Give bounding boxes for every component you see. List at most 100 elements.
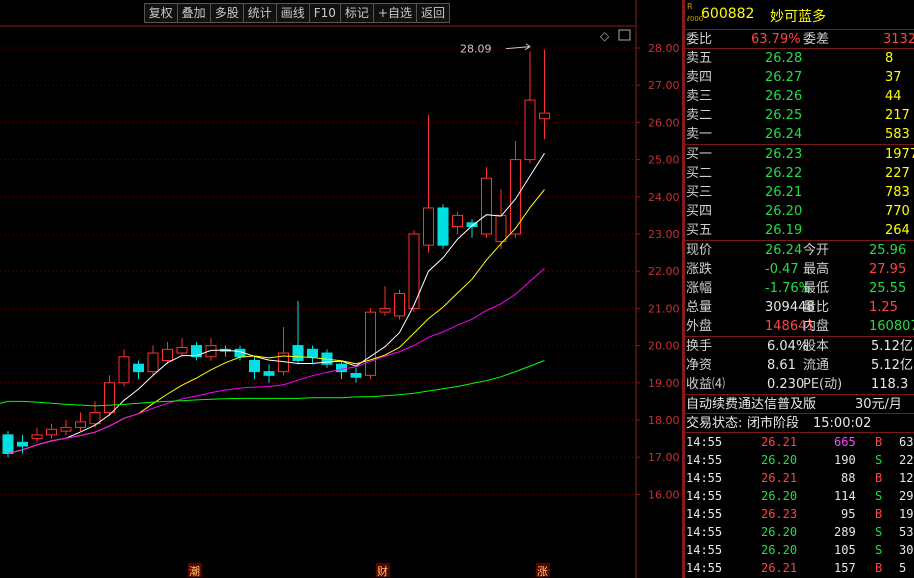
stat-label: 现价: [686, 243, 713, 258]
ask-row[interactable]: 卖四 26.27 37: [685, 68, 914, 87]
tick-price: 26.20: [761, 489, 798, 503]
chart-toolbar: 复权 叠加 多股 统计 画线 F10 标记 +自选 返回: [143, 3, 450, 23]
stat-row: 涨幅 -1.76% 最低 25.55: [685, 279, 914, 298]
ask-label: 卖三: [686, 89, 713, 104]
bid-book: 买一 26.23 1977 买二 26.22 227 买三 26.21 783 买四 26.20 77…: [685, 145, 914, 241]
kline-svg[interactable]: 28.00 27.00 26.00 25.00 24.00 23.00 22.00 21.00…: [0, 0, 682, 578]
candle-body: [394, 293, 405, 317]
toolbar-button-0[interactable]: 复权: [143, 3, 178, 23]
candle-body: [133, 363, 144, 373]
toolbar-button-7[interactable]: +自选: [372, 3, 417, 23]
bid-price: 26.19: [765, 223, 803, 238]
candle-body: [89, 412, 101, 425]
y-tick-label: 16.00: [648, 488, 680, 501]
bid-price: 26.22: [765, 166, 803, 181]
ask-row[interactable]: 卖一 26.24 583: [685, 125, 914, 144]
candle-body: [379, 307, 391, 313]
candle-body: [495, 214, 507, 242]
tick-count: 63: [899, 435, 914, 449]
tick-count: 53: [899, 525, 914, 539]
stock-code[interactable]: 600882: [701, 6, 754, 22]
bid-price: 26.20: [765, 204, 803, 219]
tick-time: 14:55: [686, 561, 723, 575]
stock-name[interactable]: 妙可蓝多: [770, 6, 826, 26]
fund-value: 0.230: [767, 377, 805, 392]
y-tick-label: 28.00: [648, 42, 680, 55]
candle-body: [365, 311, 376, 376]
tick-price: 26.21: [761, 435, 798, 449]
ask-row[interactable]: 卖五 26.28 8: [685, 49, 914, 68]
event-marker[interactable]: 涨: [537, 565, 548, 578]
y-tick-label: 24.00: [648, 191, 680, 204]
diamond-icon[interactable]: ◇: [600, 29, 610, 43]
candle-body: [336, 363, 347, 373]
bid-label: 买五: [686, 223, 713, 238]
y-tick-label: 17.00: [648, 451, 680, 464]
toolbar-button-2[interactable]: 多股: [209, 3, 244, 23]
bid-row[interactable]: 买四 26.20 770: [685, 202, 914, 221]
weibi-row: 委比 63.79% 委差 3132: [685, 30, 914, 49]
tick-price: 26.20: [761, 525, 798, 539]
tick-volume: 95: [841, 507, 856, 521]
toolbar-button-8[interactable]: 返回: [415, 3, 450, 23]
promo-row[interactable]: 自动续费通达信普及版 30元/月: [685, 395, 914, 414]
stat-row: 外盘 148641 内盘 160807: [685, 317, 914, 336]
tick-time: 14:55: [686, 435, 723, 449]
ma5-line: [7, 153, 545, 454]
tick-side: S: [875, 453, 883, 467]
tick-volume: 105: [834, 543, 856, 557]
toolbar-button-6[interactable]: 标记: [339, 3, 374, 23]
tick-price: 26.23: [761, 507, 798, 521]
panel-toggle-icon[interactable]: [618, 29, 631, 41]
tick-row: 14:55 26.21 157 B 5: [685, 559, 914, 577]
kline-chart[interactable]: 28.00 27.00 26.00 25.00 24.00 23.00 22.00 21.00…: [0, 0, 682, 578]
bid-volume: 227: [885, 166, 910, 181]
bid-row[interactable]: 买二 26.22 227: [685, 164, 914, 183]
ask-price: 26.24: [765, 127, 803, 142]
y-tick-label: 26.00: [648, 116, 680, 129]
tick-side: B: [875, 471, 883, 485]
stat-label: 今开: [803, 243, 830, 258]
y-tick-label: 23.00: [648, 228, 680, 241]
bid-row[interactable]: 买一 26.23 1977: [685, 145, 914, 164]
candle-body: [292, 345, 304, 361]
bid-label: 买四: [686, 204, 713, 219]
toolbar-button-1[interactable]: 叠加: [176, 3, 211, 23]
candle-body: [307, 348, 318, 358]
event-marker[interactable]: 财: [377, 564, 388, 578]
toolbar-button-3[interactable]: 统计: [242, 3, 277, 23]
ask-row[interactable]: 卖三 26.26 44: [685, 87, 914, 106]
status-label: 交易状态:: [686, 416, 743, 431]
tick-volume: 289: [834, 525, 856, 539]
tick-side: S: [875, 489, 883, 503]
ric-badge: R: [687, 2, 693, 11]
tick-volume: 190: [834, 453, 856, 467]
candle-body: [162, 348, 173, 361]
fund-row: 换手 6.04% 股本 5.12亿: [685, 337, 914, 356]
bid-row[interactable]: 买五 26.19 264: [685, 221, 914, 240]
stat-label: 外盘: [686, 319, 713, 334]
tick-list[interactable]: 14:55 26.21 665 B 63 14:55 26.20 190 S 22…: [685, 433, 914, 577]
tick-count: 19: [899, 507, 914, 521]
bid-row[interactable]: 买三 26.21 783: [685, 183, 914, 202]
promo-text[interactable]: 自动续费通达信普及版: [686, 395, 816, 414]
toolbar-button-4[interactable]: 画线: [275, 3, 310, 23]
fund-value: 5.12亿: [871, 358, 913, 373]
candle-body: [176, 346, 188, 354]
candle-body: [17, 441, 28, 447]
event-marker[interactable]: 潮: [189, 564, 200, 578]
quote-stats: 现价 26.24 今开 25.96 涨跌 -0.47 最高 27.95 涨幅 -1.…: [685, 241, 914, 337]
fund-value: 118.3: [871, 377, 909, 392]
fund-label: 净资: [686, 358, 713, 373]
fund-value: 5.12亿: [871, 339, 913, 354]
fund-label: 收益⑷: [686, 377, 726, 392]
ask-row[interactable]: 卖二 26.25 217: [685, 106, 914, 125]
stat-value: 25.55: [869, 281, 907, 296]
ask-price: 26.26: [765, 89, 803, 104]
candle-body: [46, 428, 57, 436]
promo-price[interactable]: 30元/月: [855, 395, 902, 414]
toolbar-button-5[interactable]: F10: [308, 3, 341, 23]
tick-side: B: [875, 507, 883, 521]
stat-label: 涨幅: [686, 281, 713, 296]
candle-body: [75, 421, 86, 428]
